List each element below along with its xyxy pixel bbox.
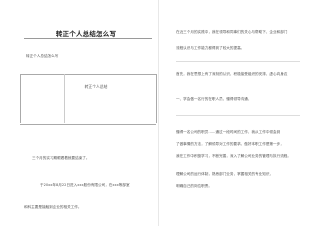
box-border-left	[20, 74, 21, 123]
body-line: 和科主要是接触到企业的相关工作。	[24, 205, 82, 209]
box-title: 转正个人总结	[84, 84, 108, 89]
subtitle: 转正个人总结怎么写	[26, 54, 59, 58]
page-gutter	[158, 0, 159, 226]
summary-box	[20, 74, 156, 125]
right-body-line: 流程认识与工作能力都得到了较大的提高。	[176, 46, 245, 50]
right-body-line: 明确自己的岗位职责。	[176, 184, 212, 188]
paragraph-separator	[176, 61, 300, 62]
document-page: 转正个人总结怎么写 转正个人总结怎么写 转正个人总结 三个月的实习期眼看着就要结…	[0, 0, 320, 226]
right-body-line: 在近三个月的实践中，我在领导和同事们的关心与帮助下，企业和部门	[176, 30, 288, 34]
right-body-line: 了做事情的方法，了解领导对工作的要求。做好本职工作是第一步，	[176, 142, 284, 146]
right-body-line: 我在工作中积极学习，不断完善，深入了解公司业务的管理与执行流程。	[176, 154, 291, 158]
right-body-line: 理解公司的运行体制，熟悉部门业务，掌握相关的专业知识，	[176, 172, 274, 176]
body-line: 三个月的实习期眼看着就要结束了。	[32, 156, 90, 160]
document-title: 转正个人总结怎么写	[55, 30, 117, 38]
right-body-line: 首先，我在思想上有了深刻的认识，积极接受组织的安排，虚心向身边	[176, 72, 288, 76]
right-body-line: 一、学会做一名行的在职人员，懂得领导沟通，	[176, 97, 252, 101]
box-divider	[64, 74, 65, 123]
body-line: 于20xx年8月22日进入xxx股份有限公司，在xxx等部室	[40, 183, 130, 187]
box-border-right	[156, 74, 157, 123]
title-rule	[24, 38, 152, 39]
paragraph-separator	[176, 115, 300, 116]
right-body-line: 懂得一名公司的职员……通过一段时间的工作，我从工作中领会到	[176, 130, 281, 134]
